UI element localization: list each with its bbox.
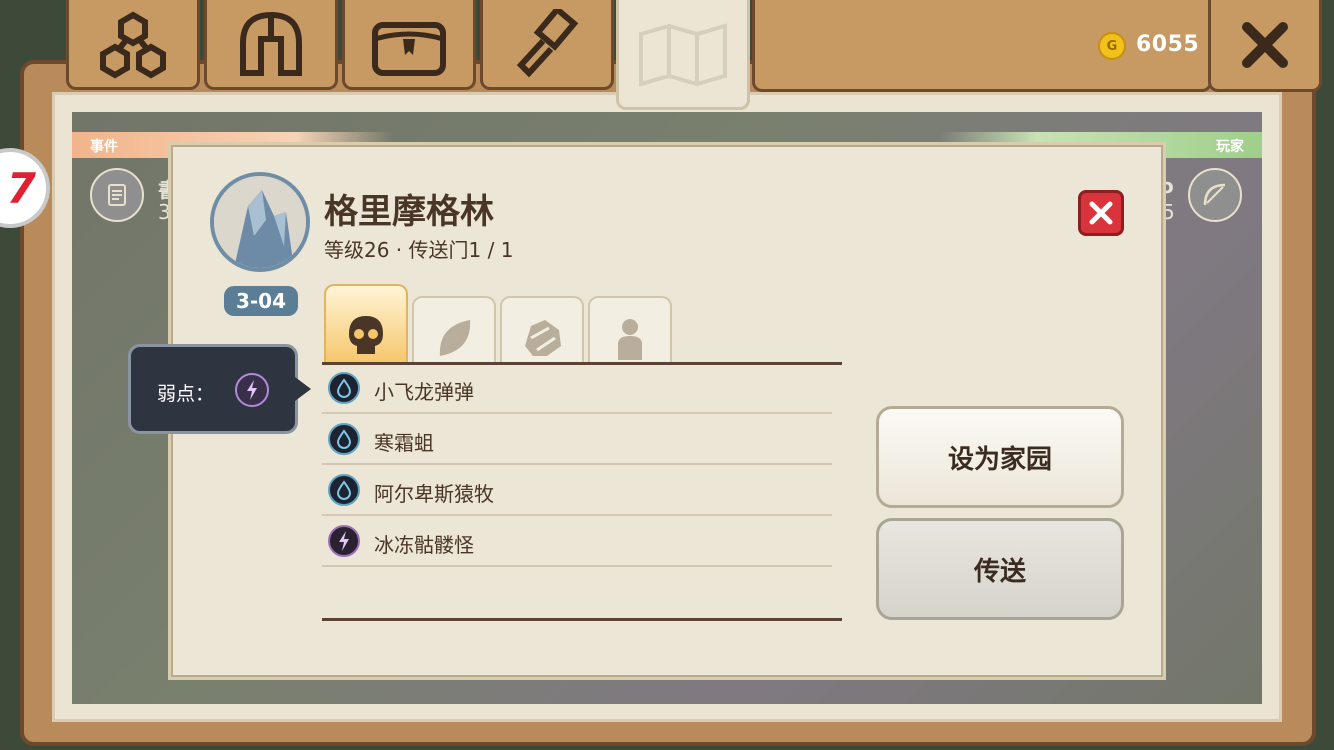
tab-plants[interactable] bbox=[412, 296, 496, 364]
scroll-icon[interactable] bbox=[90, 168, 144, 222]
list-item[interactable]: 阿尔卑斯猿牧 bbox=[322, 466, 832, 516]
creature-name: 寒霜蛆 bbox=[374, 431, 434, 455]
skull-icon bbox=[349, 316, 383, 354]
list-item[interactable]: 寒霜蛆 bbox=[322, 415, 832, 465]
list-bottom-divider bbox=[322, 618, 842, 621]
ore-icon bbox=[525, 320, 561, 356]
close-icon bbox=[1242, 21, 1288, 68]
close-icon bbox=[1089, 201, 1113, 225]
water-element-icon bbox=[328, 372, 360, 404]
edge-badge-glyph: 7 bbox=[6, 163, 36, 213]
resources-icon bbox=[100, 11, 166, 78]
list-item[interactable]: 冰冻骷髅怪 bbox=[322, 517, 832, 567]
creature-name: 冰冻骷髅怪 bbox=[374, 533, 474, 557]
teleport-button[interactable]: 传送 bbox=[876, 518, 1124, 620]
tab-monsters[interactable] bbox=[324, 284, 408, 364]
close-window-button[interactable] bbox=[1208, 0, 1322, 92]
water-element-icon bbox=[328, 474, 360, 506]
location-badge: 3-04 bbox=[224, 286, 298, 316]
tab-chest[interactable] bbox=[342, 0, 476, 90]
gold-coin-icon: G bbox=[1098, 32, 1126, 60]
map-icon bbox=[639, 22, 727, 86]
location-subtitle: 等级26 · 传送门1 / 1 bbox=[324, 238, 514, 262]
tab-resources[interactable] bbox=[66, 0, 200, 90]
event-bar-label: 事件 bbox=[90, 139, 118, 155]
thunder-element-icon bbox=[235, 373, 269, 407]
dialog-close-button[interactable] bbox=[1078, 190, 1124, 236]
gold-amount: 6055 bbox=[1136, 32, 1200, 57]
leaf-icon bbox=[439, 320, 471, 356]
location-avatar bbox=[210, 172, 310, 272]
creature-name: 阿尔卑斯猿牧 bbox=[374, 482, 494, 506]
tab-ores[interactable] bbox=[500, 296, 584, 364]
tab-npcs[interactable] bbox=[588, 296, 672, 364]
location-title: 格里摩格林 bbox=[324, 192, 494, 232]
tab-map[interactable] bbox=[616, 0, 750, 110]
hammer-icon bbox=[516, 8, 579, 77]
thunder-element-icon bbox=[328, 525, 360, 557]
set-home-button[interactable]: 设为家园 bbox=[876, 406, 1124, 508]
person-icon bbox=[618, 319, 642, 360]
bow-icon[interactable] bbox=[1188, 168, 1242, 222]
chest-icon bbox=[372, 21, 446, 76]
creature-name: 小飞龙弹弹 bbox=[374, 380, 474, 404]
water-element-icon bbox=[328, 423, 360, 455]
weakness-label: 弱点： bbox=[157, 383, 215, 405]
tab-helmet[interactable] bbox=[204, 0, 338, 90]
tab-hammer[interactable] bbox=[480, 0, 614, 90]
weakness-tooltip: 弱点： bbox=[128, 344, 311, 434]
player-bar-label: 玩家 bbox=[1216, 139, 1244, 155]
helmet-icon bbox=[240, 11, 302, 76]
list-item[interactable]: 小飞龙弹弹 bbox=[322, 364, 832, 414]
